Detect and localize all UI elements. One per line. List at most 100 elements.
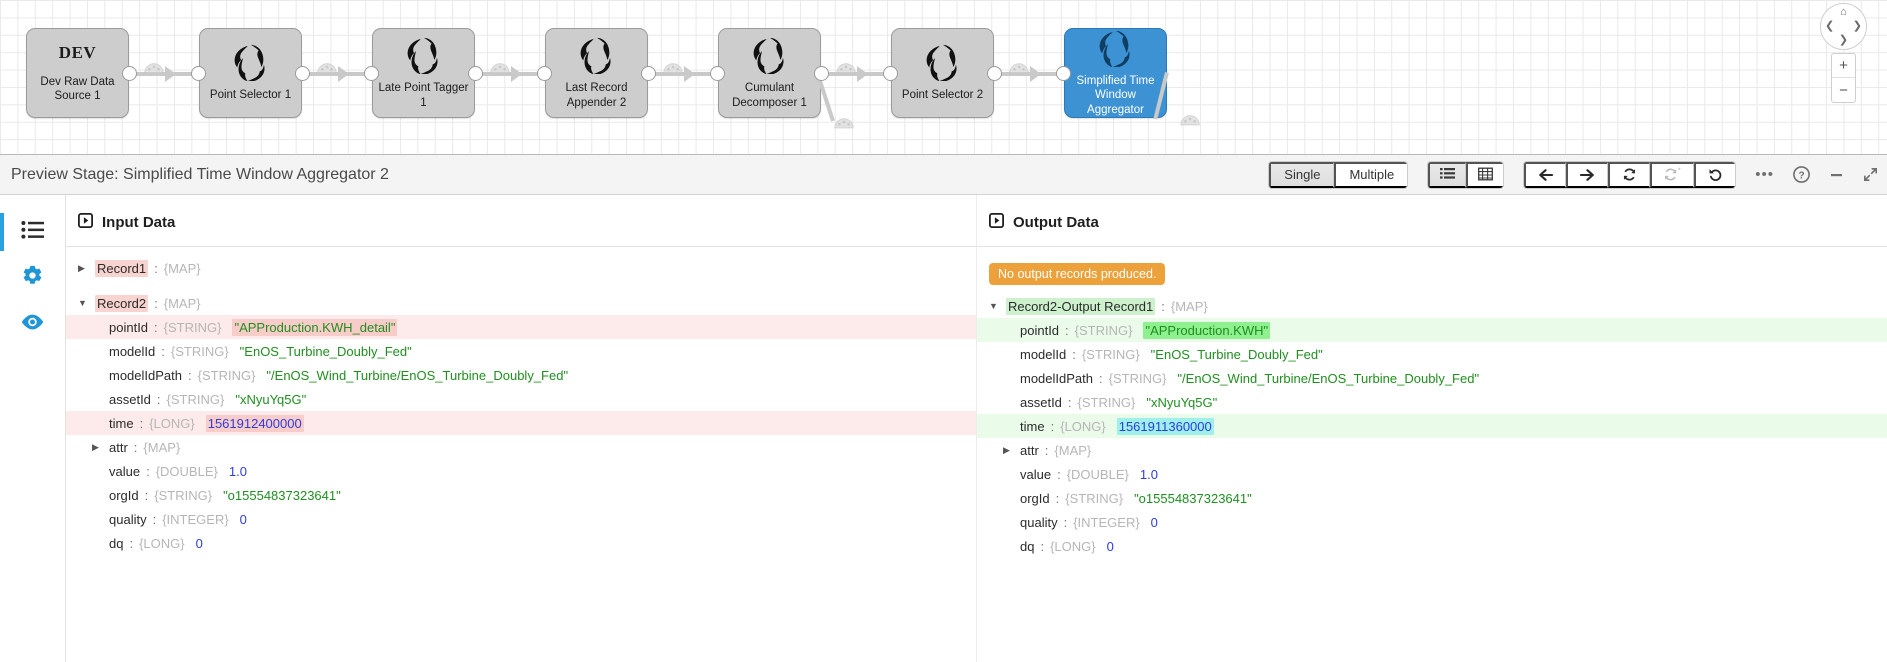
pipeline-node-point-selector-2[interactable]: Point Selector 2 xyxy=(891,28,994,118)
field-type: {INTEGER} xyxy=(1073,514,1140,530)
sidebar-item-settings[interactable] xyxy=(0,255,65,301)
pipeline-node-label: Cumulant xyxy=(744,82,795,95)
pipeline-node-simplified-time-window-aggregator[interactable]: Simplified Time Window Aggregator xyxy=(1064,28,1167,118)
sidebar-item-preview[interactable] xyxy=(0,301,65,347)
pipeline-node-late-point-tagger-1[interactable]: Late Point Tagger 1 xyxy=(372,28,475,118)
field-value: 1.0 xyxy=(1139,466,1158,482)
pan-left-icon[interactable]: ❮ xyxy=(1825,21,1834,32)
pipeline-node-cumulant-decomposer-1[interactable]: Cumulant Decomposer 1 xyxy=(718,28,821,118)
field-row[interactable]: value : {DOUBLE} 1.0 xyxy=(66,459,976,483)
zoom-control[interactable]: + − xyxy=(1831,53,1856,103)
expand-caret-icon[interactable]: ▶ xyxy=(1003,445,1014,456)
field-row[interactable]: assetId : {STRING} "xNyuYq5G" xyxy=(977,390,1887,414)
record-header[interactable]: ▶ Record1 : {MAP} xyxy=(66,256,976,280)
swirl-icon xyxy=(751,36,789,81)
step-forward-button[interactable] xyxy=(1566,161,1609,188)
more-options-icon[interactable]: ••• xyxy=(1755,166,1774,183)
pipeline-node-label: Point Selector 2 xyxy=(901,89,984,102)
field-row[interactable]: time : {LONG} 1561912400000 xyxy=(66,411,976,435)
pipeline-node-last-record-appender-2[interactable]: Last Record Appender 2 xyxy=(545,28,648,118)
field-value: 0 xyxy=(1106,538,1114,554)
revert-button[interactable] xyxy=(1694,161,1736,188)
field-row[interactable]: quality : {INTEGER} 0 xyxy=(66,507,976,531)
field-type: {STRING} xyxy=(163,319,222,335)
field-row[interactable]: pointId : {STRING} "APProduction.KWH_det… xyxy=(66,315,976,339)
gear-icon xyxy=(21,264,44,292)
field-type: {STRING} xyxy=(154,487,213,503)
expand-icon[interactable] xyxy=(1863,167,1878,182)
field-row[interactable]: assetId : {STRING} "xNyuYq5G" xyxy=(66,387,976,411)
colon: : xyxy=(1072,346,1076,362)
field-key: quality xyxy=(109,511,147,527)
field-row[interactable]: quality : {INTEGER} 0 xyxy=(977,510,1887,534)
input-data-icon xyxy=(77,212,93,232)
record-mode-multiple[interactable]: Multiple xyxy=(1334,161,1408,188)
expand-caret-icon[interactable]: ▶ xyxy=(92,442,103,453)
pipeline-node-point-selector-1[interactable]: Point Selector 1 xyxy=(199,28,302,118)
field-row[interactable]: orgId : {STRING} "o15554837323641" xyxy=(977,486,1887,510)
step-back-button[interactable] xyxy=(1524,161,1567,188)
field-key: attr xyxy=(109,439,128,455)
field-row[interactable]: pointId : {STRING} "APProduction.KWH" xyxy=(977,318,1887,342)
zoom-in-button[interactable]: + xyxy=(1832,54,1855,78)
svg-text:?: ? xyxy=(1798,170,1804,181)
record-header[interactable]: ▼ Record2 : {MAP} xyxy=(66,291,976,315)
sidebar-item-list[interactable] xyxy=(0,209,65,255)
expand-caret-icon[interactable]: ▶ xyxy=(78,263,89,274)
list-view-icon[interactable] xyxy=(1428,161,1467,188)
field-key: orgId xyxy=(1020,490,1050,506)
record-mode-single[interactable]: Single xyxy=(1269,161,1335,188)
field-key: pointId xyxy=(109,319,149,335)
table-view-icon[interactable] xyxy=(1466,161,1504,188)
output-pane-title: Output Data xyxy=(1013,214,1099,231)
field-row[interactable]: modelId : {STRING} "EnOS_Turbine_Doubly_… xyxy=(66,339,976,363)
record-mode-toggle[interactable]: Single Multiple xyxy=(1268,160,1409,189)
colon: : xyxy=(1067,394,1072,410)
colon: : xyxy=(1057,466,1061,482)
field-key: modelId xyxy=(1020,346,1067,362)
preview-nav-buttons[interactable]: * xyxy=(1523,160,1737,189)
field-type: {MAP} xyxy=(1054,442,1092,458)
colon: : xyxy=(1161,298,1165,314)
colon: : xyxy=(154,260,158,276)
field-row[interactable]: modelIdPath : {STRING} "/EnOS_Wind_Turbi… xyxy=(977,366,1887,390)
field-key: quality xyxy=(1020,514,1058,530)
expand-caret-icon[interactable]: ▼ xyxy=(78,298,89,308)
field-type: {DOUBLE} xyxy=(155,463,218,479)
swirl-icon xyxy=(924,43,962,88)
field-row[interactable]: dq : {LONG} 0 xyxy=(977,534,1887,558)
field-row[interactable]: ▶ attr : {MAP} xyxy=(66,435,976,459)
expand-caret-icon[interactable]: ▼ xyxy=(989,301,1000,311)
field-row[interactable]: dq : {LONG} 0 xyxy=(66,531,976,555)
pan-right-icon[interactable]: ❯ xyxy=(1853,21,1862,32)
field-key: modelId xyxy=(109,343,156,359)
pipeline-canvas[interactable]: DEV Dev Raw Data Source 1 Point Selector 1… xyxy=(0,0,1887,155)
field-value: "APProduction.KWH" xyxy=(1143,321,1271,339)
field-key: time xyxy=(109,415,134,431)
view-mode-toggle[interactable] xyxy=(1427,160,1505,189)
field-key: modelIdPath xyxy=(109,367,182,383)
record-header[interactable]: ▼ Record2-Output Record1 : {MAP} xyxy=(977,294,1887,318)
field-value: "/EnOS_Wind_Turbine/EnOS_Turbine_Doubly_… xyxy=(266,367,569,383)
colon: : xyxy=(133,439,138,455)
svg-text:*: * xyxy=(1678,167,1681,175)
refresh-button[interactable] xyxy=(1608,161,1651,188)
field-type: {STRING} xyxy=(1081,346,1140,362)
home-icon[interactable]: ⌂ xyxy=(1840,7,1847,18)
pan-down-icon[interactable]: ❯ xyxy=(1839,35,1848,46)
pipeline-node-dev-raw-data-source-1[interactable]: DEV Dev Raw Data Source 1 xyxy=(26,28,129,118)
zoom-out-button[interactable]: − xyxy=(1832,78,1855,102)
field-row[interactable]: time : {LONG} 1561911360000 xyxy=(977,414,1887,438)
help-icon[interactable]: ? xyxy=(1793,166,1810,183)
list-icon xyxy=(20,218,45,247)
field-row[interactable]: orgId : {STRING} "o15554837323641" xyxy=(66,483,976,507)
minimize-icon[interactable] xyxy=(1829,167,1844,182)
field-row[interactable]: modelId : {STRING} "EnOS_Turbine_Doubly_… xyxy=(977,342,1887,366)
field-key: pointId xyxy=(1020,322,1060,338)
field-row[interactable]: value : {DOUBLE} 1.0 xyxy=(977,462,1887,486)
field-row[interactable]: ▶ attr : {MAP} xyxy=(977,438,1887,462)
pan-control[interactable]: ❮ ❯ ⌂ ❯ xyxy=(1820,3,1867,50)
eye-icon xyxy=(20,313,45,336)
field-row[interactable]: modelIdPath : {STRING} "/EnOS_Wind_Turbi… xyxy=(66,363,976,387)
colon: : xyxy=(161,343,165,359)
